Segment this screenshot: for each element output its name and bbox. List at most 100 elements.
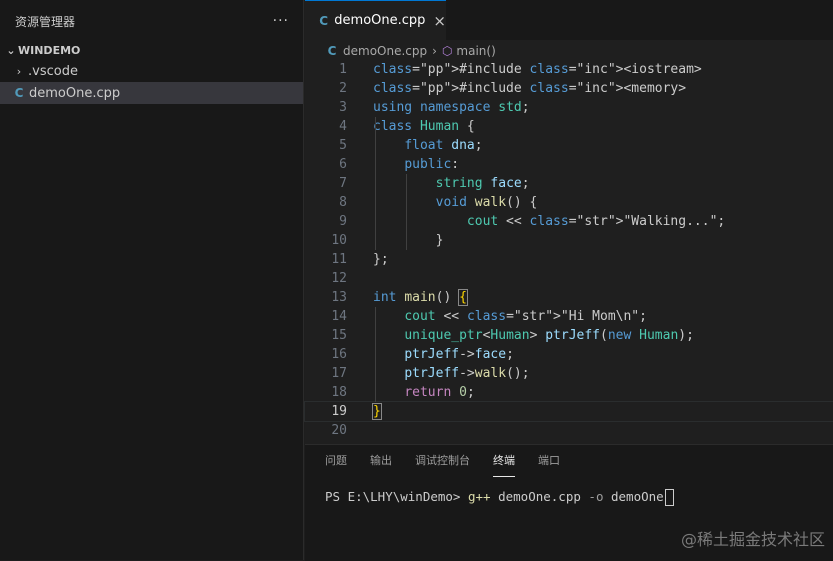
code-line[interactable]: 12 — [305, 269, 833, 288]
terminal-flag: -o — [588, 489, 604, 504]
line-content: } — [373, 233, 444, 248]
code-line[interactable]: 3 using namespace std; — [305, 98, 833, 117]
line-number: 7 — [339, 176, 347, 191]
line-content: void walk() { — [435, 195, 538, 210]
indent-guide — [375, 307, 376, 402]
line-number: 16 — [331, 347, 347, 362]
line-number: 10 — [331, 233, 347, 248]
tree-item-label: .vscode — [28, 63, 78, 79]
code-line[interactable]: 8 void walk() { — [305, 193, 833, 212]
line-number: 5 — [339, 138, 347, 153]
line-number: 3 — [339, 100, 347, 115]
indent-guide — [375, 174, 376, 250]
code-line[interactable]: 20 — [305, 421, 833, 440]
tab-bar: C demoOne.cpp × — [305, 0, 833, 40]
line-content: using namespace std; — [373, 100, 530, 115]
line-content: cout << class="str">"Walking..."; — [466, 214, 726, 229]
close-icon[interactable]: × — [433, 12, 446, 30]
terminal-prompt: PS E:\LHY\winDemo> — [325, 489, 468, 504]
watermark: @稀土掘金技术社区 — [680, 530, 825, 549]
line-number: 18 — [331, 385, 347, 400]
line-number: 12 — [331, 271, 347, 286]
indent-guide — [406, 174, 407, 250]
breadcrumb-symbol[interactable]: main() — [456, 44, 495, 58]
explorer-title: 资源管理器 — [15, 14, 76, 29]
line-content: class="pp">#include class="inc"><memory> — [373, 81, 687, 96]
line-number: 17 — [331, 366, 347, 381]
code-line[interactable]: 7 string face; — [305, 174, 833, 193]
code-line[interactable]: 16 ptrJeff->face; — [305, 345, 833, 364]
terminal-args: demoOne.cpp — [490, 489, 589, 504]
line-content: int main() { — [373, 289, 468, 306]
chevron-right-icon: › — [16, 64, 22, 78]
line-content: class="pp">#include class="inc"><iostrea… — [373, 62, 702, 77]
folder-label: WINDEMO — [18, 43, 81, 57]
code-line[interactable]: 14 cout << class="str">"Hi Mom\n"; — [305, 307, 833, 326]
line-content: string face; — [435, 176, 530, 191]
workspace-folder[interactable]: ⌄ WINDEMO — [0, 40, 303, 60]
code-line[interactable]: 9 cout << class="str">"Walking..."; — [305, 212, 833, 231]
code-line[interactable]: 13 int main() { — [305, 288, 833, 307]
cpp-file-icon: C — [327, 44, 337, 58]
line-content: unique_ptr<Human> ptrJeff(new Human); — [404, 328, 694, 343]
line-content: ptrJeff->walk(); — [404, 366, 530, 381]
cpp-file-icon: C — [319, 13, 329, 28]
cpp-file-icon: C — [14, 86, 24, 100]
line-number: 9 — [339, 214, 347, 229]
method-cube-icon: ⬡ — [441, 44, 453, 58]
tree-item-demoone[interactable]: C demoOne.cpp — [0, 82, 303, 104]
tab-problems[interactable]: 问题 — [325, 445, 347, 477]
tree-item-vscode[interactable]: › .vscode — [0, 60, 303, 82]
breadcrumb-file[interactable]: demoOne.cpp — [343, 44, 427, 58]
line-content: float dna; — [404, 138, 483, 153]
tab-terminal[interactable]: 终端 — [493, 445, 515, 477]
breadcrumb: C demoOne.cpp › ⬡ main() — [305, 40, 833, 62]
code-line[interactable]: 15 unique_ptr<Human> ptrJeff(new Human); — [305, 326, 833, 345]
tab-debug-console[interactable]: 调试控制台 — [415, 445, 470, 477]
line-number: 11 — [331, 252, 347, 267]
explorer-sidebar: 资源管理器 ··· ⌄ WINDEMO › .vscode C demoOne.… — [0, 0, 304, 560]
terminal-command: g++ — [468, 489, 491, 504]
tree-item-label: demoOne.cpp — [29, 85, 121, 101]
code-line[interactable]: 1 class="pp">#include class="inc"><iostre… — [305, 60, 833, 79]
line-number: 1 — [339, 62, 347, 77]
line-content: public: — [404, 157, 460, 172]
code-line[interactable]: 4 class Human { — [305, 117, 833, 136]
breadcrumb-separator: › — [432, 44, 437, 58]
tab-ports[interactable]: 端口 — [538, 445, 560, 477]
line-number: 15 — [331, 328, 347, 343]
code-line[interactable]: 18 return 0; — [305, 383, 833, 402]
code-line[interactable]: 10 } — [305, 231, 833, 250]
line-content: return 0; — [404, 385, 475, 400]
line-number: 20 — [331, 423, 347, 438]
code-editor[interactable]: 1 class="pp">#include class="inc"><iostre… — [304, 60, 833, 444]
code-line[interactable]: 5 float dna; — [305, 136, 833, 155]
code-line[interactable]: 6 public: — [305, 155, 833, 174]
terminal-target: demoOne — [603, 489, 664, 504]
tab-demoone[interactable]: C demoOne.cpp × — [305, 0, 446, 40]
line-content: }; — [373, 252, 389, 267]
line-number: 2 — [339, 81, 347, 96]
code-line[interactable]: 17 ptrJeff->walk(); — [305, 364, 833, 383]
line-content: ptrJeff->face; — [404, 347, 514, 362]
tab-label: demoOne.cpp — [334, 13, 426, 28]
terminal[interactable]: PS E:\LHY\winDemo> g++ demoOne.cpp -o de… — [305, 489, 833, 506]
line-number: 19 — [331, 404, 347, 419]
panel-tabs: 问题 输出 调试控制台 终端 端口 — [305, 445, 833, 477]
code-line[interactable]: 11}; — [305, 250, 833, 269]
tab-output[interactable]: 输出 — [370, 445, 392, 477]
terminal-cursor — [664, 489, 674, 506]
line-number: 8 — [339, 195, 347, 210]
chevron-down-icon: ⌄ — [6, 43, 16, 57]
line-number: 13 — [331, 290, 347, 305]
code-line[interactable]: 2 class="pp">#include class="inc"><memory… — [305, 79, 833, 98]
more-actions-icon[interactable]: ··· — [273, 13, 289, 29]
line-content: class Human { — [373, 119, 475, 134]
code-line[interactable]: 19} — [304, 401, 833, 422]
line-content: cout << class="str">"Hi Mom\n"; — [404, 309, 647, 324]
line-number: 4 — [339, 119, 347, 134]
line-content: } — [372, 403, 382, 420]
explorer-header: 资源管理器 ··· — [0, 0, 303, 42]
line-number: 6 — [339, 157, 347, 172]
line-number: 14 — [331, 309, 347, 324]
